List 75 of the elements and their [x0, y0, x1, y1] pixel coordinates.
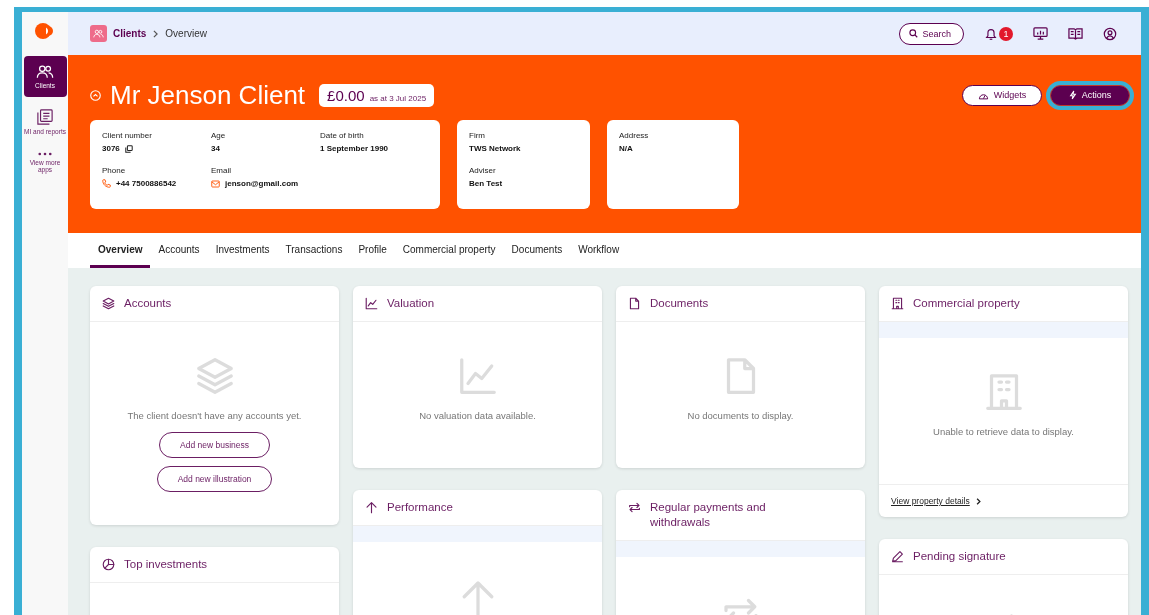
empty-message: Unable to retrieve data to display. [933, 426, 1074, 437]
people-icon [90, 25, 107, 42]
phone-icon [102, 179, 111, 188]
empty-message: No valuation data available. [419, 410, 536, 421]
field-value: 34 [211, 144, 220, 153]
book-icon[interactable] [1068, 26, 1083, 41]
building-icon [983, 372, 1024, 412]
document-icon [628, 297, 641, 310]
monitor-chart-icon[interactable] [1033, 26, 1048, 41]
people-icon [36, 64, 54, 79]
field-label: Address [619, 131, 650, 140]
tab[interactable]: Documents [503, 233, 571, 268]
widget-title: Pending signature [913, 549, 1006, 564]
envelope-icon [211, 179, 220, 188]
document-stack-icon [37, 108, 53, 125]
field-value: +44 7500886542 [116, 179, 177, 188]
search-icon [909, 29, 919, 38]
balance-amount: £0.00 [327, 86, 365, 104]
breadcrumb-link[interactable]: Clients [113, 28, 147, 39]
widget-title: Commercial property [913, 296, 1020, 311]
field-label: Firm [469, 131, 486, 140]
balance-date: as at 3 Jul 2025 [369, 93, 427, 103]
widget-title: Regular payments and withdrawals [650, 500, 767, 530]
breadcrumb-link[interactable]: Overview [165, 28, 208, 39]
field-value: 1 September 1990 [320, 144, 389, 153]
pie-chart-icon [102, 558, 115, 571]
dots-icon [38, 151, 52, 156]
search-button[interactable]: Search [899, 22, 964, 45]
client-name: Mr Jenson Client [110, 79, 306, 111]
tab[interactable]: Accounts [150, 233, 208, 268]
bell-icon[interactable] [984, 26, 998, 41]
field-value: N/A [619, 144, 633, 153]
chevron-right-icon [975, 497, 981, 505]
tab[interactable]: Workflow [570, 233, 628, 268]
tab[interactable]: Investments [207, 233, 278, 268]
tab[interactable]: Profile [350, 233, 395, 268]
copy-icon[interactable] [124, 144, 133, 153]
empty-message: The client doesn't have any accounts yet. [127, 410, 302, 421]
arrow-up-icon [365, 501, 378, 514]
widget-title: Valuation [387, 296, 435, 311]
empty-message: No documents to display. [687, 410, 794, 421]
field-label: Age [211, 131, 227, 140]
notification-badge: 1 [999, 26, 1013, 41]
field-value: jenson@gmail.com [225, 179, 299, 188]
tab[interactable]: Transactions [277, 233, 351, 268]
layers-icon [194, 356, 235, 396]
tab[interactable]: Overview [90, 233, 151, 268]
widget-title: Performance [387, 500, 453, 515]
chevron-right-icon [153, 29, 159, 38]
field-value: 3076 [102, 144, 120, 153]
field-label: Phone [102, 166, 127, 175]
field-label: Date of birth [320, 131, 365, 140]
field-label: Client number [102, 131, 153, 140]
add-button[interactable]: Add new business [159, 432, 270, 458]
building-icon [891, 297, 904, 310]
widget-title: Documents [650, 296, 709, 311]
collapse-icon[interactable] [90, 89, 101, 101]
widgets-button[interactable]: Widgets [962, 84, 1042, 106]
user-circle-icon[interactable] [1103, 26, 1117, 41]
lightning-icon [1068, 90, 1077, 100]
field-label: Adviser [469, 166, 497, 175]
line-chart-icon [457, 356, 498, 396]
field-value: Ben Test [469, 179, 503, 188]
logo-icon [35, 23, 55, 39]
line-chart-icon [365, 297, 378, 310]
field-value: TWS Network [469, 144, 521, 153]
layers-icon [102, 297, 115, 310]
widget-title: Accounts [124, 296, 172, 311]
tab[interactable]: Commercial property [394, 233, 504, 268]
pen-icon [891, 550, 904, 563]
add-button[interactable]: Add new illustration [156, 466, 273, 492]
field-label: Email [211, 166, 232, 175]
details-link[interactable]: View property details [891, 496, 970, 506]
repeat-icon [628, 501, 641, 514]
widget-title: Top investments [124, 557, 208, 572]
